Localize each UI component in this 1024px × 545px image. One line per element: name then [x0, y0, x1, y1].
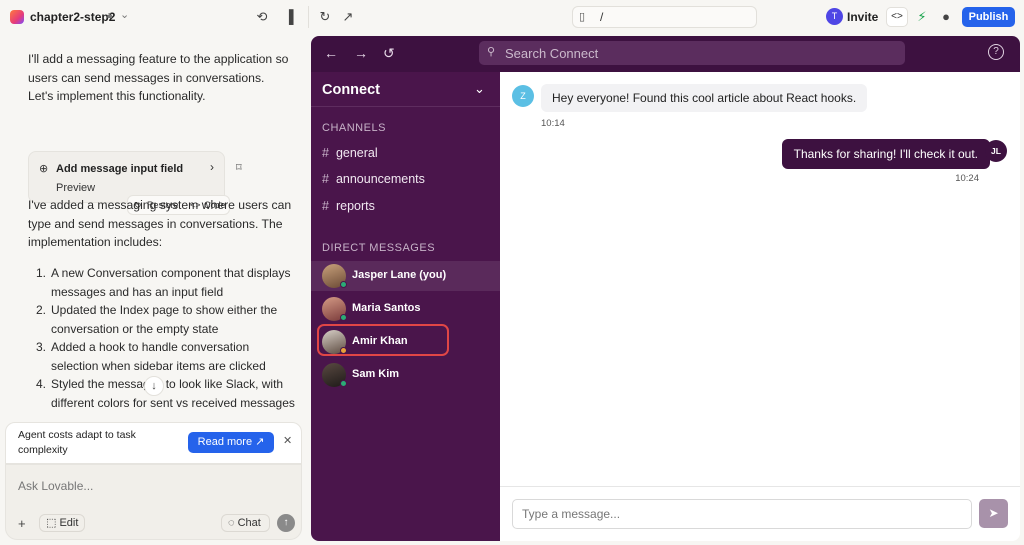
conversation-pane: Z Hey everyone! Found this cool article …: [500, 72, 1020, 541]
avatar: JL: [985, 140, 1007, 162]
avatar: Z: [512, 85, 534, 107]
channel-reports[interactable]: # reports: [322, 199, 375, 213]
app-sidebar: Connect ⌄ CHANNELS # general # announcemen…: [311, 72, 500, 541]
list-item: 3. Added a hook to handle conversation se…: [36, 340, 266, 373]
chevron-down-icon[interactable]: ⌄: [474, 81, 485, 97]
search-input[interactable]: ⚲ Search Connect: [479, 41, 905, 65]
list-item: 1. A new Conversation component that disp…: [36, 266, 291, 299]
book-icon: ▯: [579, 11, 586, 23]
channel-announcements[interactable]: # announcements: [322, 172, 425, 186]
hash-icon: #: [322, 172, 329, 186]
sidebar-toggle-icon[interactable]: ▐: [280, 8, 298, 26]
search-placeholder: Search Connect: [505, 46, 599, 61]
history-icon[interactable]: ↺: [383, 45, 395, 62]
refresh-icon[interactable]: ↻: [316, 8, 334, 26]
direct-messages-header: DIRECT MESSAGES: [322, 242, 436, 254]
send-prompt-icon[interactable]: ↑: [277, 514, 295, 532]
preview-link[interactable]: Preview: [56, 182, 95, 194]
edit-card-title: Add message input field: [56, 163, 184, 175]
divider: [311, 106, 500, 107]
online-status: [340, 380, 347, 387]
app-preview: ← → ↺ ⚲ Search Connect ? Connect ⌄ CHANN…: [311, 36, 1020, 541]
bookmark-icon[interactable]: ⌑: [236, 161, 242, 174]
lightbulb-icon: ◌: [228, 517, 235, 529]
selection-highlight: [317, 324, 449, 356]
url-path: /: [600, 10, 604, 24]
edit-button[interactable]: ⬚ Edit: [39, 514, 85, 532]
toast-text: Agent costs adapt to task complexity: [18, 429, 136, 456]
top-bar: chapter2-step2 🔒︎ ⌄ ⟲ ▐ ↻ ↗ ▯ / T Invite…: [0, 0, 1024, 34]
assistant-message-intro: I'll add a messaging feature to the appl…: [28, 52, 289, 103]
code-view-icon[interactable]: <>: [886, 7, 908, 27]
message-input[interactable]: Type a message...: [512, 499, 972, 529]
read-more-button[interactable]: Read more ↗: [188, 432, 274, 453]
dm-maria-santos[interactable]: Maria Santos: [311, 294, 500, 324]
online-status: [340, 281, 347, 288]
sent-message: Thanks for sharing! I'll check it out.: [781, 139, 990, 169]
help-icon[interactable]: ?: [988, 44, 1004, 60]
chat-panel: I'll add a messaging feature to the appl…: [0, 34, 308, 545]
globe-icon: ⊕: [39, 163, 49, 175]
prompt-input[interactable]: Ask Lovable...: [18, 479, 93, 493]
dm-sam-kim[interactable]: Sam Kim: [311, 360, 500, 390]
back-arrow-icon[interactable]: ←: [324, 45, 338, 61]
supabase-icon[interactable]: ⚡: [913, 8, 931, 26]
chat-mode-button[interactable]: ◌ Chat: [221, 514, 270, 532]
prompt-composer[interactable]: Ask Lovable... + ⬚ Edit ◌ Chat ↑: [5, 464, 302, 540]
hash-icon: #: [322, 199, 329, 213]
github-icon[interactable]: ●: [937, 8, 955, 26]
user-avatar: T: [826, 8, 843, 25]
close-icon[interactable]: ✕: [283, 434, 292, 447]
app-header: ← → ↺ ⚲ Search Connect ?: [311, 36, 1020, 72]
lock-icon: 🔒︎: [107, 10, 113, 21]
lovable-logo[interactable]: [10, 10, 24, 24]
scroll-down-icon[interactable]: ↓: [144, 376, 164, 396]
message-time: 10:14: [541, 118, 565, 129]
hash-icon: #: [322, 146, 329, 160]
assistant-message-summary: I've added a messaging system where user…: [28, 198, 292, 249]
url-bar[interactable]: ▯ /: [572, 6, 757, 28]
publish-button[interactable]: Publish: [962, 7, 1015, 27]
workspace-name[interactable]: Connect: [322, 82, 380, 98]
dm-jasper-lane[interactable]: Jasper Lane (you): [311, 261, 500, 291]
add-attachment-icon[interactable]: +: [18, 516, 26, 531]
project-name[interactable]: chapter2-step2: [30, 10, 115, 24]
search-icon: ⚲: [487, 46, 496, 58]
online-status: [340, 314, 347, 321]
send-icon[interactable]: ➤: [979, 499, 1008, 528]
divider: [308, 6, 309, 28]
channel-general[interactable]: # general: [322, 146, 378, 160]
open-external-icon[interactable]: ↗: [339, 8, 357, 26]
chevron-right-icon[interactable]: ›: [210, 160, 214, 174]
select-icon: ⬚: [46, 517, 57, 529]
history-icon[interactable]: ⟲: [253, 8, 271, 26]
forward-arrow-icon[interactable]: →: [354, 45, 368, 61]
channels-header: CHANNELS: [322, 122, 386, 134]
received-message: Hey everyone! Found this cool article ab…: [541, 84, 868, 112]
chevron-down-icon[interactable]: ⌄: [120, 8, 129, 21]
message-composer: Type a message... ➤: [500, 486, 1020, 541]
invite-button[interactable]: Invite: [847, 10, 878, 24]
message-time: 10:24: [955, 173, 979, 184]
external-link-icon: ↗: [255, 436, 265, 448]
cost-toast: Agent costs adapt to task complexity Rea…: [5, 422, 302, 464]
list-item: 2. Updated the Index page to show either …: [36, 303, 278, 336]
